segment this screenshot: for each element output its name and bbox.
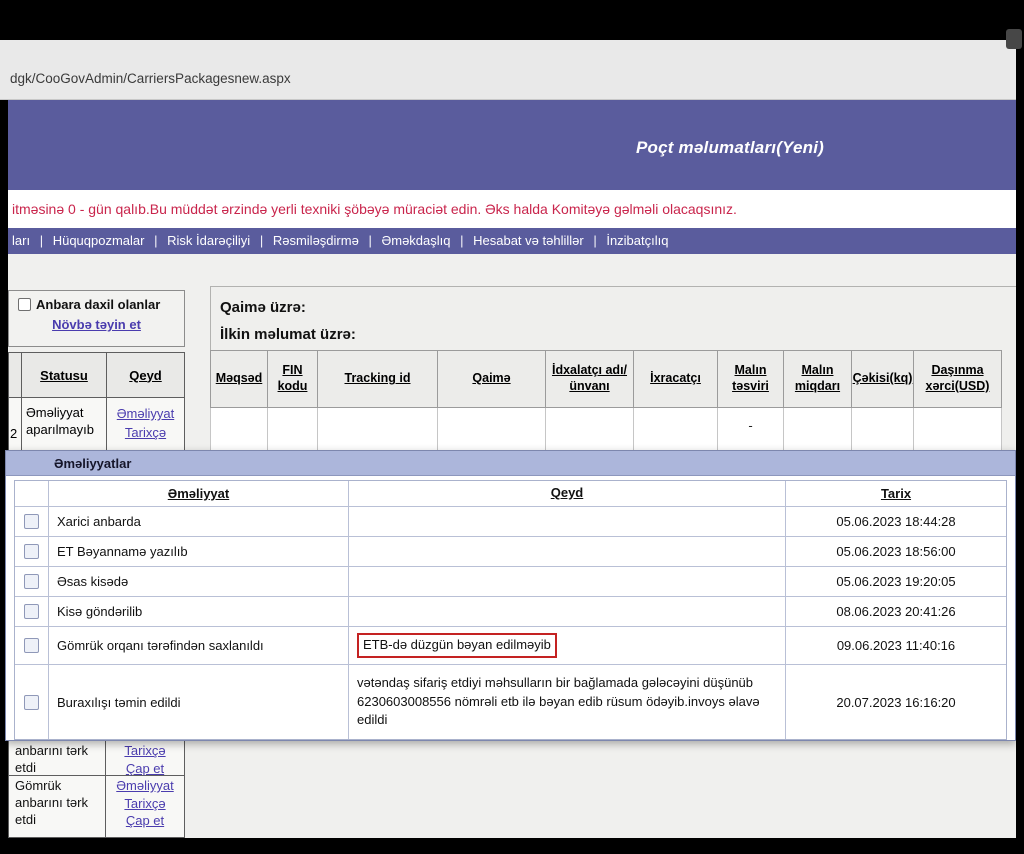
operation-row: Buraxılışı təmin edildi vətəndaş sifariş… (15, 665, 1006, 739)
history-link[interactable]: Tarixçə (106, 795, 184, 813)
checkbox-column-header (15, 481, 49, 507)
warehouse-filter-box: Anbara daxil olanlar Növbə təyin et (8, 290, 185, 347)
operation-label: Gömrük orqanı tərəfindən saxlanıldı (49, 627, 349, 665)
main-nav: ları | Hüquqpozmalar | Risk İdarəçiliyi … (8, 228, 1016, 254)
highlighted-note: ETB-də düzgün bəyan edilməyib (357, 633, 557, 658)
operation-date: 05.06.2023 18:44:28 (786, 507, 1006, 537)
status-table-number-header (9, 353, 22, 397)
nav-item-operations[interactable]: ları (12, 233, 30, 248)
operations-modal: Əməliyyatlar Əməliyyat Qeyd Tarix Xarici… (5, 450, 1016, 741)
warning-band: itməsinə 0 - gün qalıb.Bu müddət ərzində… (8, 190, 1016, 228)
nav-item-inzibatciliq[interactable]: İnzibatçılıq (606, 233, 668, 248)
page-title: Poçt məlumatları(Yeni) (636, 138, 824, 158)
packages-table-header-row: Məqsəd FIN kodu Tracking id Qaimə İdxala… (210, 350, 1002, 408)
operation-date: 08.06.2023 20:41:26 (786, 597, 1006, 627)
column-header-malin-miqdari[interactable]: Malın miqdarı (784, 350, 852, 408)
nav-separator: | (593, 233, 596, 248)
screen: dgk/CooGovAdmin/CarriersPackagesnew.aspx… (0, 0, 1024, 854)
operation-label: ET Bəyannamə yazılıb (49, 537, 349, 567)
section-title-ilkin-melumat: İlkin məlumat üzrə: (220, 326, 356, 343)
operation-link[interactable]: Əməliyyat (107, 405, 184, 424)
operations-table-header-row: Əməliyyat Qeyd Tarix (15, 481, 1006, 507)
operation-note (349, 567, 786, 597)
operation-date: 05.06.2023 19:20:05 (786, 567, 1006, 597)
table-row: Gömrük anbarını tərk etdi Əməliyyat Tari… (8, 776, 185, 838)
nav-separator: | (40, 233, 43, 248)
operation-label: Kisə göndərilib (49, 597, 349, 627)
modal-title: Əməliyyatlar (6, 451, 1015, 476)
print-link[interactable]: Çap et (106, 760, 184, 778)
row-checkbox[interactable] (24, 638, 39, 653)
operation-row: Kisə göndərilib 08.06.2023 20:41:26 (15, 597, 1006, 627)
nav-item-emekdasliq[interactable]: Əməkdaşlıq (381, 233, 450, 248)
operation-date: 09.06.2023 11:40:16 (786, 627, 1006, 665)
section-title-qaime: Qaimə üzrə: (220, 299, 306, 316)
operation-row-highlighted: Gömrük orqanı tərəfindən saxlanıldı ETB-… (15, 627, 1006, 665)
column-header-malin-tesviri[interactable]: Malın təsviri (718, 350, 784, 408)
nav-item-risk-idareciliyi[interactable]: Risk İdarəçiliyi (167, 233, 250, 248)
operation-label: Xarici anbarda (49, 507, 349, 537)
operation-note (349, 507, 786, 537)
operation-note (349, 597, 786, 627)
row-checkbox[interactable] (24, 514, 39, 529)
table-row: anbarını tərk etdi Tarixçə Çap et (8, 740, 185, 776)
address-bar-url[interactable]: dgk/CooGovAdmin/CarriersPackagesnew.aspx (10, 71, 291, 86)
status-column-header[interactable]: Statusu (22, 353, 107, 397)
operation-note: vətəndaş sifariş etdiyi məhsulların bir … (349, 665, 786, 739)
row-status-text: anbarını tərk etdi (9, 741, 106, 775)
operation-row: Əsas kisədə 05.06.2023 19:20:05 (15, 567, 1006, 597)
status-table-header-row: Statusu Qeyd (8, 352, 185, 398)
operation-date: 05.06.2023 18:56:00 (786, 537, 1006, 567)
column-header-meqsed[interactable]: Məqsəd (210, 350, 268, 408)
column-header-fin-kodu[interactable]: FIN kodu (268, 350, 318, 408)
print-link[interactable]: Çap et (106, 812, 184, 830)
column-header-cekisi[interactable]: Çəkisi(kq) (852, 350, 914, 408)
operation-label: Buraxılışı təmin edildi (49, 665, 349, 739)
novbe-teyin-et-link[interactable]: Növbə təyin et (52, 317, 141, 332)
operation-note (349, 537, 786, 567)
column-header-tracking-id[interactable]: Tracking id (318, 350, 438, 408)
history-link[interactable]: Tarixçə (106, 742, 184, 760)
nav-separator: | (368, 233, 371, 248)
window-control-icon[interactable] (1006, 29, 1022, 49)
operation-row: Xarici anbarda 05.06.2023 18:44:28 (15, 507, 1006, 537)
operation-label: Əsas kisədə (49, 567, 349, 597)
row-checkbox[interactable] (24, 695, 39, 710)
nav-separator: | (460, 233, 463, 248)
nav-item-resmilesdirme[interactable]: Rəsmiləşdirmə (273, 233, 359, 248)
column-header-idxalatci[interactable]: İdxalatçı adı/ ünvanı (546, 350, 634, 408)
note-column-header[interactable]: Qeyd (107, 353, 184, 397)
operation-column-header[interactable]: Əməliyyat (49, 481, 349, 507)
anbara-daxil-label: Anbara daxil olanlar (36, 297, 160, 312)
column-header-ixracatci[interactable]: İxracatçı (634, 350, 718, 408)
operation-link[interactable]: Əməliyyat (106, 777, 184, 795)
nav-separator: | (260, 233, 263, 248)
anbara-daxil-checkbox[interactable] (18, 298, 31, 311)
operation-date: 20.07.2023 16:16:20 (786, 665, 1006, 739)
row-checkbox[interactable] (24, 574, 39, 589)
row-status-text: Gömrük anbarını tərk etdi (9, 776, 106, 837)
operation-row: ET Bəyannamə yazılıb 05.06.2023 18:56:00 (15, 537, 1006, 567)
nav-item-huquqpozmalar[interactable]: Hüquqpozmalar (53, 233, 145, 248)
column-header-qaime[interactable]: Qaimə (438, 350, 546, 408)
browser-chrome: dgk/CooGovAdmin/CarriersPackagesnew.aspx (0, 40, 1016, 100)
date-column-header[interactable]: Tarix (786, 481, 1006, 507)
page-header-band: Poçt məlumatları(Yeni) (8, 100, 1016, 190)
nav-item-hesabat[interactable]: Hesabat və təhlillər (473, 233, 584, 248)
row-checkbox[interactable] (24, 544, 39, 559)
warning-text: itməsinə 0 - gün qalıb.Bu müddət ərzində… (12, 201, 737, 217)
operations-table: Əməliyyat Qeyd Tarix Xarici anbarda 05.0… (14, 480, 1007, 740)
row-checkbox[interactable] (24, 604, 39, 619)
history-link[interactable]: Tarixçə (107, 424, 184, 443)
nav-separator: | (154, 233, 157, 248)
status-table-bottom-rows: anbarını tərk etdi Tarixçə Çap et Gömrük… (8, 740, 185, 838)
column-header-dasinma-xerci[interactable]: Daşınma xərci(USD) (914, 350, 1002, 408)
note-column-header[interactable]: Qeyd (349, 481, 786, 507)
